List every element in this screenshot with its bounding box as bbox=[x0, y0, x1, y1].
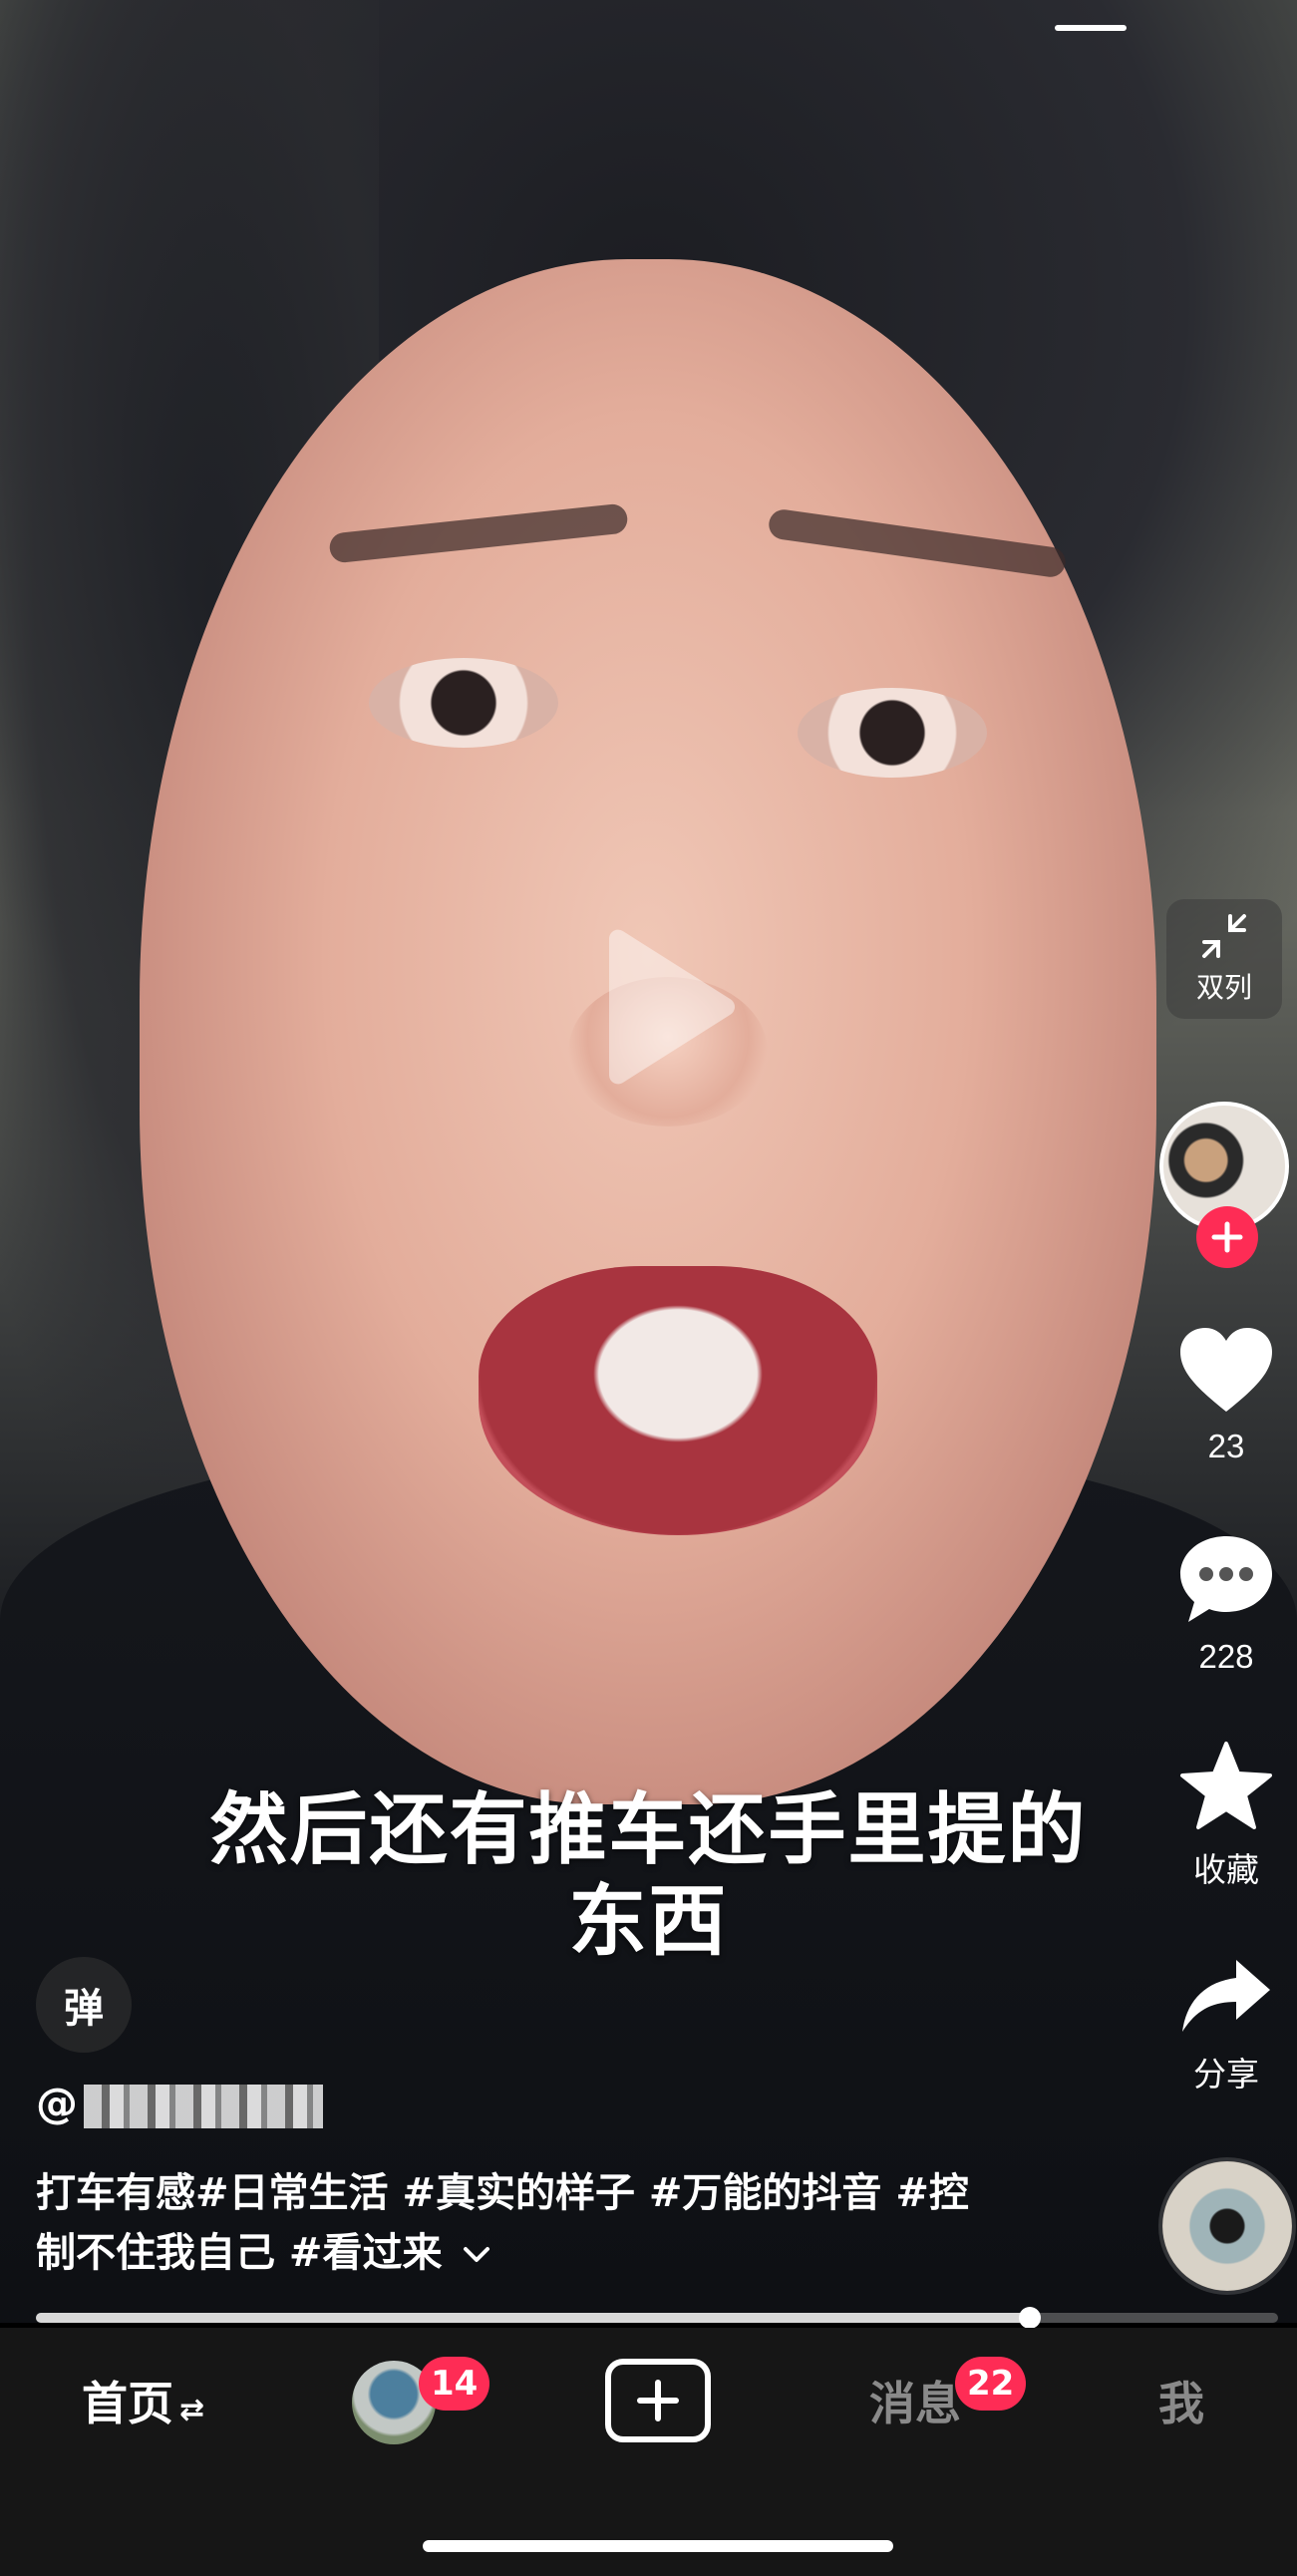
create-button[interactable] bbox=[605, 2359, 711, 2442]
chevron-down-icon[interactable] bbox=[462, 2245, 491, 2265]
video-player[interactable] bbox=[0, 0, 1297, 2323]
progress-knob[interactable] bbox=[1018, 2307, 1041, 2329]
nav-me[interactable]: 我 bbox=[1158, 2368, 1204, 2433]
nav-me-label: 我 bbox=[1158, 2377, 1204, 2430]
comment-button[interactable]: 228 bbox=[1156, 1532, 1296, 1676]
music-disc[interactable] bbox=[1162, 2161, 1292, 2291]
subtitle-line: 东西 bbox=[568, 1877, 729, 1967]
caption-line: 打车有感#日常生活 #真实的样子 #万能的抖音 #控 bbox=[36, 2170, 969, 2216]
dual-column-label: 双列 bbox=[1195, 971, 1252, 1004]
video-face-detail bbox=[767, 507, 1068, 579]
video-subtitle: 然后还有推车还手里提的 东西 bbox=[0, 1784, 1297, 1968]
like-button[interactable]: 23 bbox=[1156, 1326, 1296, 1465]
video-face-detail bbox=[328, 502, 629, 564]
heart-icon bbox=[1180, 1328, 1272, 1412]
video-face-detail bbox=[798, 688, 987, 778]
nav-home[interactable]: 首页 ⇄ bbox=[82, 2368, 204, 2433]
nav-messages-label: 消息 bbox=[869, 2377, 961, 2430]
progress-fill bbox=[36, 2313, 1030, 2323]
likes-count: 23 bbox=[1207, 1428, 1245, 1464]
share-label: 分享 bbox=[1193, 2056, 1259, 2093]
danmaku-toggle[interactable]: 弹 bbox=[36, 1957, 132, 2053]
danmaku-label: 弹 bbox=[64, 1986, 104, 2032]
messages-badge: 22 bbox=[955, 2357, 1027, 2411]
switch-icon: ⇄ bbox=[179, 2393, 205, 2427]
caption-line: 制不住我自己 #看过来 bbox=[36, 2223, 1053, 2283]
nav-home-label: 首页 bbox=[82, 2377, 173, 2430]
video-caption[interactable]: 打车有感#日常生活 #真实的样子 #万能的抖音 #控 制不住我自己 #看过来 bbox=[36, 2163, 1053, 2283]
top-menu-handle[interactable] bbox=[1055, 25, 1127, 31]
video-progress-bar[interactable] bbox=[36, 2307, 1278, 2329]
comments-count: 228 bbox=[1198, 1638, 1254, 1675]
play-icon bbox=[609, 929, 735, 1085]
comment-bubble-icon bbox=[1180, 1536, 1272, 1622]
nav-messages[interactable]: 消息 bbox=[869, 2368, 961, 2433]
collapse-arrows-icon bbox=[1202, 914, 1246, 958]
video-face-detail bbox=[479, 1266, 877, 1535]
share-arrow-icon bbox=[1182, 1960, 1270, 2032]
share-button[interactable]: 分享 bbox=[1156, 1956, 1296, 2095]
creator-username[interactable]: @ bbox=[36, 2079, 323, 2128]
follow-button[interactable] bbox=[1196, 1206, 1258, 1268]
username-at: @ bbox=[36, 2079, 78, 2127]
plus-icon bbox=[1211, 1221, 1243, 1253]
dual-column-button[interactable]: 双列 bbox=[1166, 899, 1282, 1019]
plus-icon bbox=[637, 2380, 679, 2421]
home-indicator[interactable] bbox=[423, 2540, 893, 2552]
subtitle-line: 然后还有推车还手里提的 bbox=[209, 1785, 1088, 1875]
friends-badge: 14 bbox=[419, 2357, 490, 2411]
video-face-detail bbox=[369, 658, 558, 748]
username-redacted bbox=[84, 2084, 323, 2128]
